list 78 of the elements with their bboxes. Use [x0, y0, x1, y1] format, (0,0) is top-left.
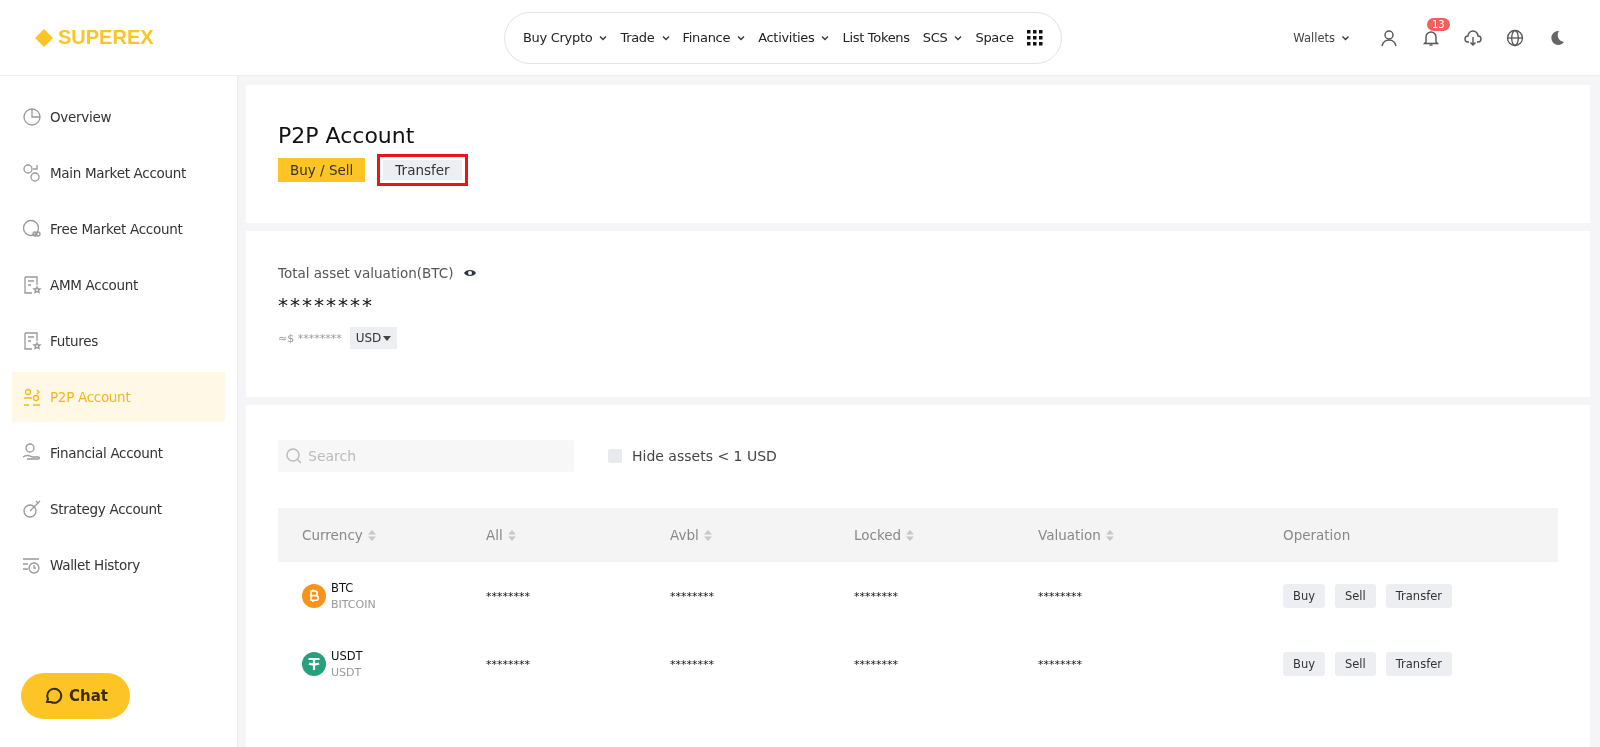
sidebar-item[interactable]: Futures — [12, 316, 225, 366]
caret-icon — [954, 34, 963, 41]
nav-link[interactable]: Space — [975, 30, 1014, 45]
sidebar-item[interactable]: Strategy Account — [12, 484, 225, 534]
caret-icon — [821, 34, 830, 41]
coin-symbol: BTC — [331, 581, 355, 595]
table-cell-text: ******** — [670, 589, 715, 603]
chat-button[interactable]: Chat — [21, 673, 130, 719]
link-icon — [22, 219, 42, 239]
coin-name: USDT — [331, 666, 363, 679]
sort-icon — [703, 529, 712, 541]
nav-link[interactable]: SCS — [922, 30, 963, 45]
row-action-button[interactable]: Buy — [1283, 652, 1325, 676]
nav-link[interactable]: Activities — [758, 30, 830, 45]
table-cell-text: ******** — [486, 589, 531, 603]
valuation-value: ******** — [278, 293, 375, 317]
search-icon — [286, 448, 302, 464]
row-action-button[interactable]: Transfer — [1385, 652, 1452, 676]
nav-link[interactable]: List Tokens — [842, 30, 910, 45]
table-cell-text: ******** — [854, 589, 899, 603]
document-icon — [22, 331, 42, 351]
account-tab[interactable]: Transfer — [377, 154, 468, 186]
nav-link[interactable]: Finance — [682, 30, 746, 45]
logo-diamond-icon — [34, 27, 54, 48]
sidebar-item[interactable]: Wallet History — [12, 540, 225, 590]
table-cell-text: ******** — [1038, 589, 1083, 603]
hand-coin-icon — [22, 443, 42, 463]
table-cell-text: ******** — [1038, 657, 1083, 671]
user-icon[interactable] — [1380, 28, 1398, 47]
grid-icon[interactable] — [1026, 29, 1043, 46]
bell-icon[interactable] — [1422, 28, 1440, 47]
valuation-label: Total asset valuation(BTC) — [278, 265, 454, 281]
caret-icon — [737, 34, 746, 41]
table-cell-text: ******** — [854, 657, 899, 671]
search-field[interactable]: Search — [278, 440, 574, 472]
eye-icon[interactable] — [463, 267, 478, 279]
swap-icon — [22, 163, 42, 183]
wallets-menu[interactable]: Wallets — [1293, 30, 1350, 45]
history-icon — [22, 555, 42, 575]
row-action-button[interactable]: Transfer — [1385, 584, 1452, 608]
coin-symbol: USDT — [331, 649, 363, 663]
table-cell-text: ******** — [670, 657, 715, 671]
account-tab[interactable]: Buy / Sell — [278, 158, 366, 182]
usd-approx: ≈$ ******** — [278, 331, 342, 345]
currency-dropdown[interactable]: USD — [349, 327, 398, 349]
sort-icon — [507, 529, 516, 541]
row-action-button[interactable]: Buy — [1283, 584, 1325, 608]
row-action-button[interactable]: Sell — [1335, 652, 1376, 676]
cloud-download-icon[interactable] — [1464, 28, 1482, 47]
globe-icon[interactable] — [1506, 28, 1524, 47]
pie-chart-icon — [22, 107, 42, 127]
page-title: P2P Account — [278, 123, 416, 148]
table-cell-text: ******** — [486, 657, 531, 671]
caret-icon — [661, 34, 670, 41]
tether-icon — [302, 652, 326, 676]
nav-link[interactable]: Buy Crypto — [523, 30, 608, 45]
sidebar-item[interactable]: Overview — [12, 92, 225, 142]
people-icon — [22, 387, 42, 407]
coin-name: BITCOIN — [331, 598, 376, 611]
document-icon — [22, 275, 42, 295]
target-icon — [22, 499, 42, 519]
bitcoin-icon — [302, 584, 326, 608]
hide-small-label: Hide assets < 1 USD — [632, 448, 777, 464]
sort-icon — [906, 529, 915, 541]
caret-icon — [1341, 34, 1350, 41]
moon-icon[interactable] — [1548, 28, 1566, 47]
caret-icon — [383, 335, 392, 341]
sidebar-item[interactable]: AMM Account — [12, 260, 225, 310]
chat-bubble-icon — [43, 686, 63, 706]
sidebar-item[interactable]: Financial Account — [12, 428, 225, 478]
sort-icon — [1105, 529, 1114, 541]
notification-badge: 13 — [1427, 17, 1450, 31]
row-action-button[interactable]: Sell — [1335, 584, 1376, 608]
sort-icon — [367, 529, 376, 541]
caret-icon — [599, 34, 608, 41]
sidebar-item[interactable]: Free Market Account — [12, 204, 225, 254]
sidebar-item[interactable]: Main Market Account — [12, 148, 225, 198]
nav-link[interactable]: Trade — [620, 30, 670, 45]
